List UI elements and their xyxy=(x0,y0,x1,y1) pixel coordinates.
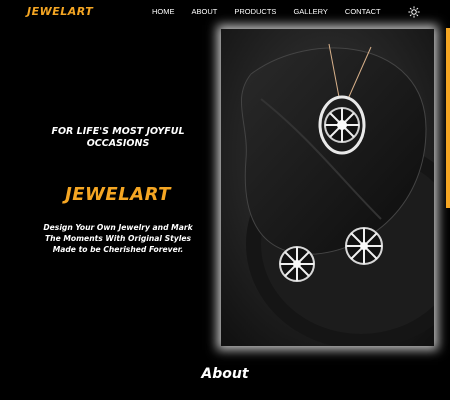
nav-about[interactable]: ABOUT xyxy=(192,7,218,17)
tagline-line-2: OCCASIONS xyxy=(86,138,150,149)
navbar: JEWELART HOME ABOUT PRODUCTS GALLERY CON… xyxy=(0,0,450,26)
side-accent-bar xyxy=(446,28,450,208)
nav-products[interactable]: PRODUCTS xyxy=(234,7,276,17)
about-section-title: About xyxy=(201,366,249,382)
description-line-3: Made to be Cherished Forever. xyxy=(52,245,184,254)
nav-gallery[interactable]: GALLERY xyxy=(293,7,327,17)
hero-description: Design Your Own Jewelry and Mark The Mom… xyxy=(18,222,218,255)
hero-tagline: FOR LIFE'S MOST JOYFUL OCCASIONS xyxy=(18,126,218,150)
description-line-1: Design Your Own Jewelry and Mark xyxy=(43,223,193,232)
description-line-2: The Moments With Original Styles xyxy=(44,234,192,243)
sun-icon xyxy=(408,6,420,18)
hero-jewelry-image xyxy=(221,29,434,346)
theme-toggle-button[interactable] xyxy=(406,4,422,20)
tagline-line-1: FOR LIFE'S MOST JOYFUL xyxy=(51,126,185,137)
nav-home[interactable]: HOME xyxy=(152,7,175,17)
site-logo[interactable]: JEWELART xyxy=(27,5,93,18)
hero-brand: JEWELART xyxy=(65,184,171,205)
nav-contact[interactable]: CONTACT xyxy=(345,7,381,17)
nav-links: HOME ABOUT PRODUCTS GALLERY CONTACT xyxy=(152,7,398,17)
